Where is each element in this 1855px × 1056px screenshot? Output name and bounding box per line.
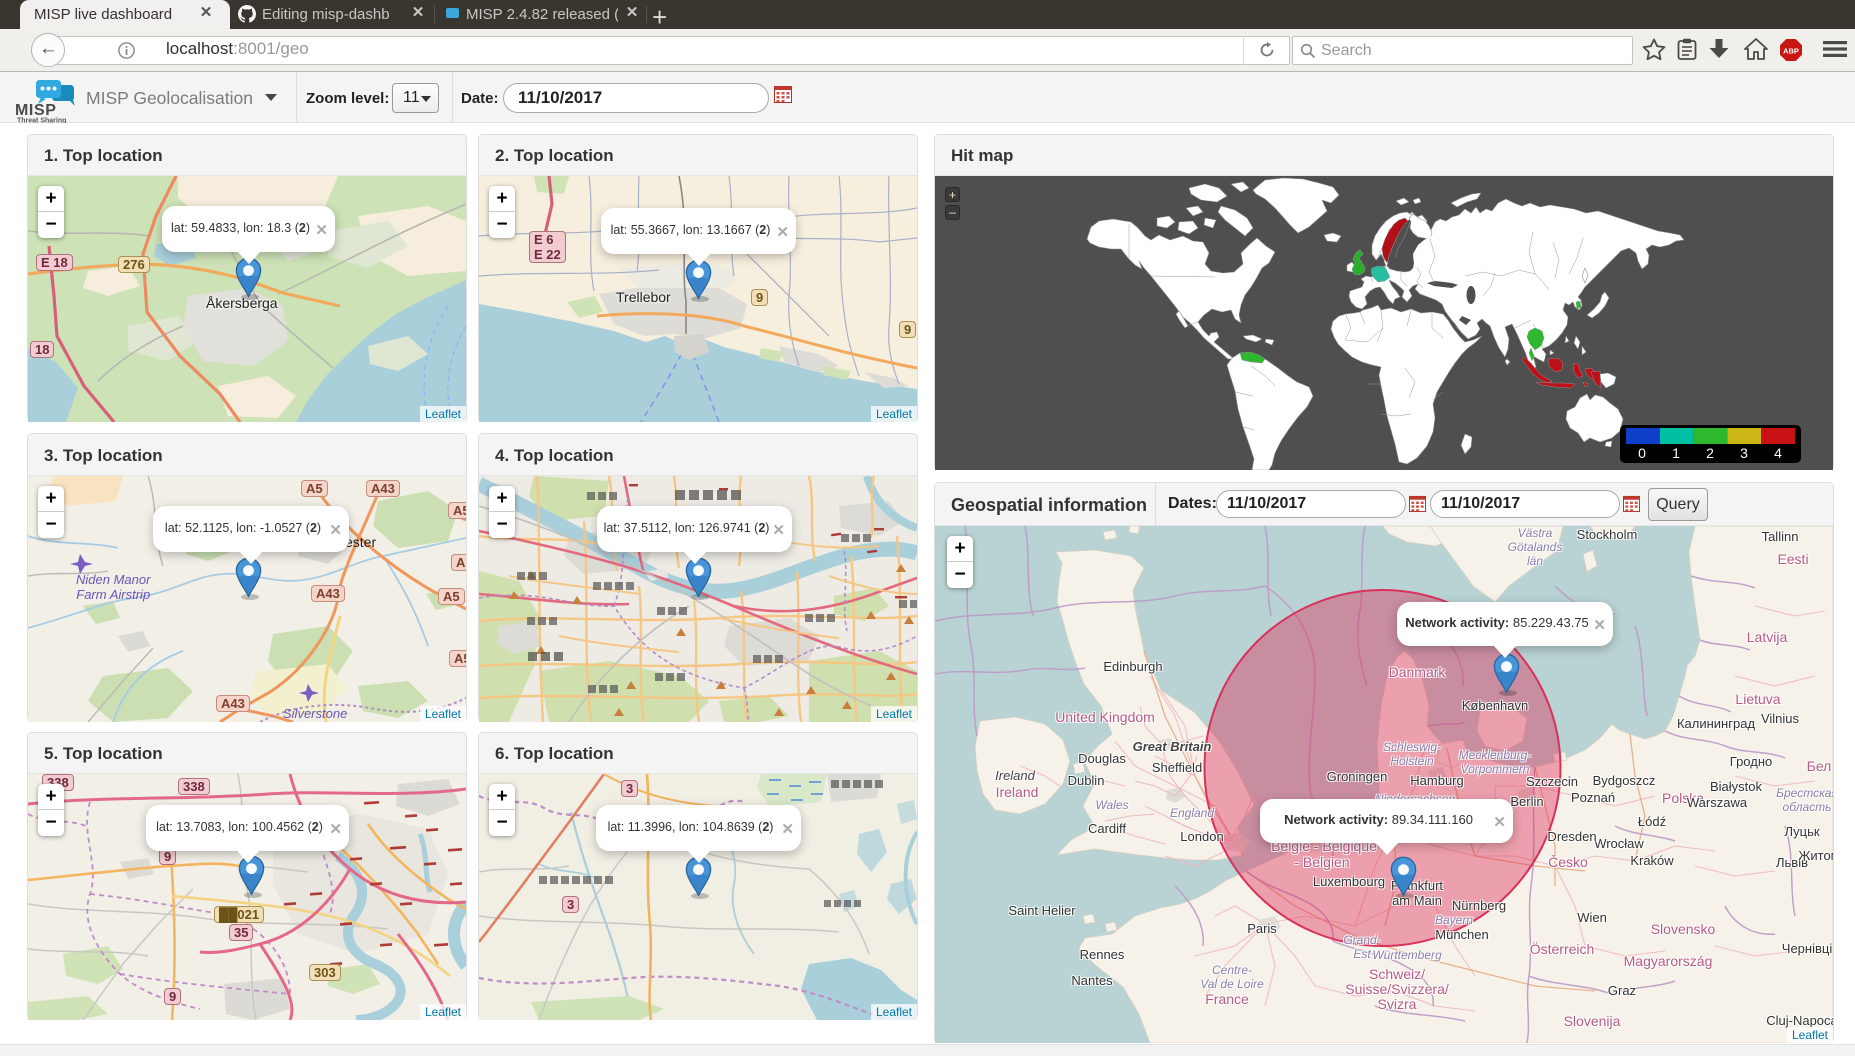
- svg-text:Threat Sharing: Threat Sharing: [17, 118, 66, 124]
- svg-text:MISP: MISP: [15, 102, 57, 119]
- svg-text:0: 0: [1638, 445, 1646, 461]
- svg-text:4: 4: [1774, 445, 1782, 461]
- svg-text:1: 1: [1672, 445, 1680, 461]
- svg-text:3: 3: [1740, 445, 1748, 461]
- svg-text:ABP: ABP: [1783, 47, 1799, 56]
- svg-text:2: 2: [1706, 445, 1714, 461]
